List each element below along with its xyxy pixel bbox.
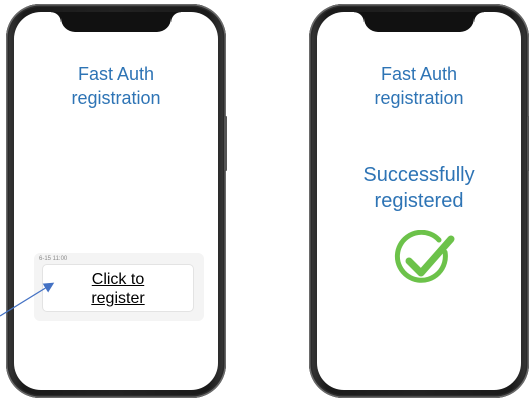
app-title-line-1: Fast Auth (380, 64, 458, 84)
success-message: Successfully registered (317, 162, 521, 214)
phone-registration-request: Fast Auth registration (6, 4, 227, 398)
app-title-line-1: Fast Auth (77, 64, 155, 84)
phone-screen: Fast Auth registration (14, 12, 218, 390)
app-title-line-2: registration (374, 88, 464, 108)
success-message-line-1: Successfully (363, 164, 475, 186)
notification-time: 6-15 11:00 (39, 256, 68, 262)
checkmark-circle-icon (394, 230, 455, 283)
side-button (224, 116, 227, 171)
register-button-label-line-1: Click to (91, 271, 145, 288)
phone-notch (354, 12, 484, 32)
register-button-label-line-2: register (91, 290, 145, 307)
register-button[interactable]: Click to register (42, 264, 194, 312)
register-button-label: Click to register (73, 270, 163, 308)
app-title-line-2: registration (71, 88, 161, 108)
phone-notch (51, 12, 181, 32)
app-title: Fast Auth registration (317, 62, 521, 110)
phone-screen: Fast Auth registration Successfully regi… (317, 12, 521, 390)
phone-registration-success: Fast Auth registration Successfully regi… (309, 4, 529, 398)
success-message-line-2: registered (374, 190, 464, 212)
app-title: Fast Auth registration (14, 62, 218, 110)
pointer-arrow-icon (0, 282, 55, 317)
